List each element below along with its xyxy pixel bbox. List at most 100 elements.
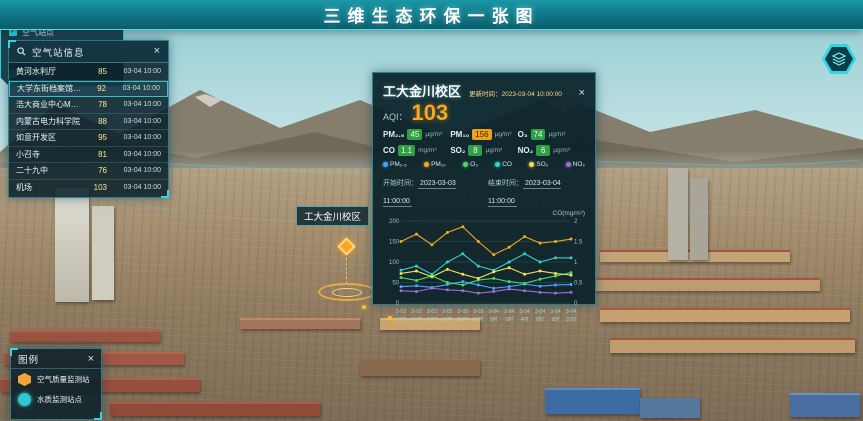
svg-text:1.5: 1.5 xyxy=(574,240,583,246)
legend-color-dot xyxy=(495,162,500,167)
station-list: 黄河水利厅8503-04 10:00大学东街档案馆西侧9203-04 10:00… xyxy=(9,63,168,197)
pollutant-cell: CO1.1mg/m³ xyxy=(383,145,450,156)
page-title: 三维生态环保一张图 xyxy=(324,2,540,27)
station-row[interactable]: 如意开发区9503-04 10:00 xyxy=(9,130,168,147)
legend-series-label: PM₁₀ xyxy=(431,161,446,168)
pollutant-unit: mg/m³ xyxy=(418,147,436,154)
chart-legend-item[interactable]: SO₂ xyxy=(529,161,548,168)
pollutant-cell: PM₂.₅45µg/m³ xyxy=(383,129,450,140)
aqi-trend-chart: 05010015020000.511.523-0312时3-0314时3-031… xyxy=(383,217,587,329)
right-axis-label: CO(mg/m³) xyxy=(383,210,585,217)
marker-halo-ring-inner xyxy=(332,288,362,297)
svg-text:50: 50 xyxy=(392,281,399,287)
map-legend-panel: 图例 × 空气质量监测站水质监测站点 xyxy=(10,348,102,420)
pollutant-name: SO₂ xyxy=(450,146,465,155)
svg-text:3-04: 3-04 xyxy=(550,309,560,315)
legend-color-dot xyxy=(383,162,388,167)
station-aqi-value: 76 xyxy=(87,166,107,175)
station-name: 浩大商业中心MALL xyxy=(16,99,83,110)
station-row[interactable]: 黄河水利厅8503-04 10:00 xyxy=(9,64,168,81)
legend-series-label: PM₂.₅ xyxy=(390,161,407,168)
close-icon[interactable]: × xyxy=(579,88,585,99)
pollutant-cell: O₃74µg/m³ xyxy=(518,129,585,140)
chart-legend-item[interactable]: PM₁₀ xyxy=(424,161,446,168)
svg-text:0: 0 xyxy=(396,301,400,307)
station-aqi-value: 78 xyxy=(87,100,107,109)
svg-text:12时: 12时 xyxy=(396,315,407,323)
tower-building xyxy=(92,206,114,300)
svg-text:10时: 10时 xyxy=(566,315,577,323)
station-update-time: 03-04 10:00 xyxy=(111,184,161,191)
search-icon xyxy=(17,47,26,56)
station-name: 黄河水利厅 xyxy=(16,66,83,77)
apartment-row xyxy=(610,338,855,353)
chart-legend-item[interactable]: CO xyxy=(495,161,512,168)
chart-legend-item[interactable]: NO₂ xyxy=(566,161,585,168)
close-icon[interactable]: × xyxy=(154,46,160,57)
station-name: 小召寺 xyxy=(16,149,83,160)
station-row[interactable]: 大学东街档案馆西侧9203-04 10:00 xyxy=(9,81,168,98)
blue-roof-warehouse xyxy=(790,393,860,417)
svg-text:0.5: 0.5 xyxy=(574,281,583,287)
station-row[interactable]: 浩大商业中心MALL7803-04 10:00 xyxy=(9,97,168,114)
legend-item-label: 水质监测站点 xyxy=(37,394,82,405)
station-update-time: 03-04 10:00 xyxy=(111,151,161,158)
svg-text:3-03: 3-03 xyxy=(442,309,452,315)
pollutant-name: NO₂ xyxy=(518,146,534,155)
legend-series-label: CO xyxy=(502,161,512,168)
pollutant-name: CO xyxy=(383,146,395,155)
station-map-label[interactable]: 工大金川校区 xyxy=(296,206,369,226)
svg-text:3-03: 3-03 xyxy=(396,309,406,315)
pollutant-value-badge: 1.1 xyxy=(398,145,415,156)
update-time-value: 2023-03-04 10:00:00 xyxy=(502,91,562,98)
pollutant-cell: SO₂8µg/m³ xyxy=(450,145,517,156)
svg-text:2时: 2时 xyxy=(505,315,513,323)
start-time-label: 开始时间： xyxy=(383,180,418,187)
legend-color-dot xyxy=(424,162,429,167)
legend-item-label: 空气质量监测站 xyxy=(37,374,90,385)
station-row[interactable]: 内蒙古电力科学院8803-04 10:00 xyxy=(9,114,168,131)
svg-text:8时: 8时 xyxy=(552,315,560,323)
chart-legend-item[interactable]: O₃ xyxy=(463,161,478,168)
station-row[interactable]: 小召寺8103-04 10:00 xyxy=(9,147,168,164)
aqi-readout: AQI： 103 xyxy=(383,102,585,124)
svg-text:4时: 4时 xyxy=(521,315,529,323)
industrial-building xyxy=(360,360,480,376)
pollutant-value-badge: 6 xyxy=(536,145,550,156)
corner-accent xyxy=(10,348,18,356)
svg-text:18时: 18时 xyxy=(442,315,453,323)
svg-text:3-03: 3-03 xyxy=(427,309,437,315)
pollutant-grid: PM₂.₅45µg/m³PM₁₀156µg/m³O₃74µg/m³CO1.1mg… xyxy=(383,129,585,156)
highrise-tower xyxy=(690,178,708,260)
layers-icon xyxy=(831,52,847,66)
chart-legend-item[interactable]: PM₂.₅ xyxy=(383,161,407,168)
air-station-marker-icon xyxy=(18,373,31,386)
legend-color-dot xyxy=(463,162,468,167)
svg-text:3-04: 3-04 xyxy=(535,309,545,315)
station-aqi-value: 95 xyxy=(87,133,107,142)
water-station-marker-icon xyxy=(18,393,31,406)
pollutant-value-badge: 8 xyxy=(468,145,482,156)
corner-accent xyxy=(8,40,16,48)
svg-text:200: 200 xyxy=(389,219,400,225)
popup-title: 工大金川校区 xyxy=(383,81,461,100)
svg-text:3-04: 3-04 xyxy=(504,309,514,315)
apartment-row xyxy=(600,308,850,322)
highrise-tower xyxy=(668,168,688,260)
layers-hexagon-button[interactable] xyxy=(822,44,856,74)
station-info-panel: 空气站信息 × 黄河水利厅8503-04 10:00大学东街档案馆西侧9203-… xyxy=(8,40,169,198)
svg-text:3-04: 3-04 xyxy=(519,309,529,315)
station-aqi-value: 103 xyxy=(87,183,107,192)
svg-text:20时: 20时 xyxy=(457,315,468,323)
svg-text:3-04: 3-04 xyxy=(566,309,576,315)
svg-text:3-03: 3-03 xyxy=(458,309,468,315)
station-row[interactable]: 机场10303-04 10:00 xyxy=(9,180,168,197)
close-icon[interactable]: × xyxy=(88,354,94,365)
aqi-value: 103 xyxy=(412,102,449,124)
station-row[interactable]: 二十九中7603-04 10:00 xyxy=(9,163,168,180)
apartment-row xyxy=(590,278,820,291)
pollutant-unit: µg/m³ xyxy=(548,131,565,138)
svg-text:0: 0 xyxy=(574,301,578,307)
hexagon-frame xyxy=(822,44,856,74)
pollutant-unit: µg/m³ xyxy=(485,147,502,154)
